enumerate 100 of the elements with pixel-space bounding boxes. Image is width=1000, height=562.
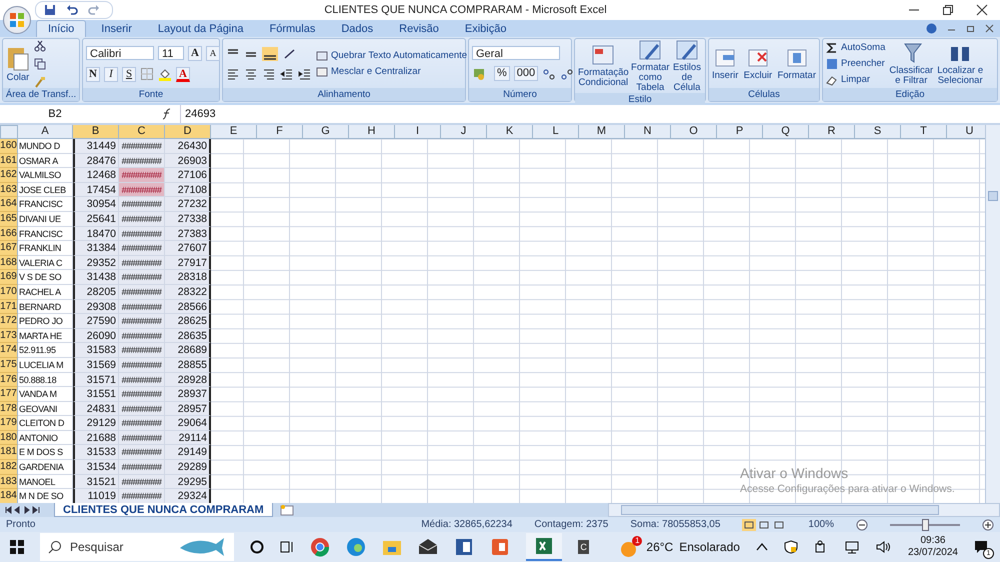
scissors-icon[interactable] xyxy=(34,40,46,52)
row-header[interactable]: 161 xyxy=(0,154,18,168)
decrease-indent-icon[interactable] xyxy=(280,66,294,80)
mail-icon[interactable] xyxy=(418,537,438,557)
row-header[interactable]: 167 xyxy=(0,241,18,256)
row-header[interactable]: 174 xyxy=(0,343,18,358)
editing-button[interactable]: Preencher xyxy=(826,58,885,70)
row-header[interactable]: 172 xyxy=(0,314,18,329)
weather-icon[interactable] xyxy=(621,542,636,556)
merge-center-button[interactable]: Mesclar e Centralizar xyxy=(316,66,421,78)
row-header[interactable]: 165 xyxy=(0,212,18,227)
office-button[interactable] xyxy=(3,6,31,34)
network-icon[interactable] xyxy=(844,540,860,554)
column-header[interactable]: D xyxy=(165,125,211,139)
column-header[interactable]: H xyxy=(349,125,395,139)
row-header[interactable]: 168 xyxy=(0,256,18,270)
cortana-icon[interactable] xyxy=(250,540,264,554)
app-icon[interactable]: C xyxy=(578,540,590,554)
number-style-button[interactable]: % xyxy=(494,66,510,81)
increase-decimal-icon[interactable] xyxy=(542,66,556,80)
underline-button[interactable]: S xyxy=(122,66,136,82)
help-icon[interactable] xyxy=(926,23,937,34)
undo-icon[interactable] xyxy=(66,4,78,16)
decrease-decimal-icon[interactable] xyxy=(560,66,574,80)
row-header[interactable]: 182 xyxy=(0,460,18,475)
column-header[interactable]: C xyxy=(119,125,165,139)
vertical-scrollbar[interactable] xyxy=(985,125,1000,503)
editing-button[interactable]: AutoSoma xyxy=(826,42,886,54)
number-style-button[interactable]: 000 xyxy=(514,66,538,81)
restore-icon[interactable] xyxy=(942,4,954,16)
ribbon-tab[interactable]: Exibição xyxy=(454,20,518,37)
wrap-text-button[interactable]: Quebrar Texto Automaticamente xyxy=(316,50,468,62)
ribbon-tab[interactable]: Fórmulas xyxy=(258,20,326,37)
column-header[interactable]: U xyxy=(947,125,985,139)
row-header[interactable]: 176 xyxy=(0,372,18,388)
row-header[interactable]: 169 xyxy=(0,270,18,285)
column-header[interactable]: K xyxy=(487,125,533,139)
cells-button[interactable]: Formatar xyxy=(777,46,816,80)
row-header[interactable]: 175 xyxy=(0,358,18,372)
style-button[interactable]: Estilos de Célula xyxy=(672,39,702,93)
zoom-in-icon[interactable] xyxy=(982,518,994,530)
ribbon-tab[interactable]: Revisão xyxy=(388,20,450,37)
task-view-icon[interactable] xyxy=(280,540,294,554)
notification-icon[interactable] xyxy=(974,540,988,554)
row-header[interactable]: 184 xyxy=(0,489,18,503)
ribbon-tab[interactable]: Dados xyxy=(330,20,384,37)
font-size-dropdown[interactable]: 11 xyxy=(158,46,184,60)
column-header[interactable]: L xyxy=(533,125,579,139)
align-left-icon[interactable] xyxy=(226,66,240,80)
paste-button[interactable]: Colar xyxy=(6,44,30,82)
zoom-slider-thumb[interactable] xyxy=(922,518,929,530)
copy-icon[interactable] xyxy=(34,58,46,70)
save-icon[interactable] xyxy=(44,4,56,16)
column-header[interactable]: O xyxy=(671,125,717,139)
formula-field[interactable]: 24693 xyxy=(180,105,1000,123)
sheet-tab[interactable]: CLIENTES QUE NUNCA COMPRARAM xyxy=(54,503,273,517)
grow-font-button[interactable]: A xyxy=(188,46,202,60)
row-header[interactable]: 179 xyxy=(0,416,18,431)
column-header[interactable]: F xyxy=(257,125,303,139)
row-header[interactable]: 170 xyxy=(0,284,18,300)
row-header[interactable]: 177 xyxy=(0,387,18,402)
column-header[interactable]: S xyxy=(855,125,901,139)
chrome-icon[interactable] xyxy=(310,537,330,557)
row-header[interactable]: 162 xyxy=(0,168,18,183)
name-box[interactable]: B2 xyxy=(0,108,110,120)
cells-button[interactable]: Inserir xyxy=(712,46,738,80)
column-header[interactable]: I xyxy=(395,125,441,139)
windows-start-icon[interactable] xyxy=(10,540,24,554)
row-header[interactable]: 166 xyxy=(0,226,18,242)
shrink-font-button[interactable]: A xyxy=(206,46,220,60)
column-header[interactable]: N xyxy=(625,125,671,139)
style-button[interactable]: Formatação Condicional xyxy=(578,44,629,88)
view-buttons-icon[interactable] xyxy=(742,518,786,530)
row-header[interactable]: 180 xyxy=(0,430,18,446)
row-header[interactable]: 183 xyxy=(0,474,18,490)
ribbon-tab[interactable]: Início xyxy=(36,20,86,37)
row-header[interactable]: 173 xyxy=(0,328,18,344)
fill-color-icon[interactable] xyxy=(158,67,172,81)
chevron-up-icon[interactable] xyxy=(756,542,768,552)
align-right-icon[interactable] xyxy=(262,66,276,80)
word-icon[interactable] xyxy=(454,537,474,557)
column-header[interactable]: R xyxy=(809,125,855,139)
column-header[interactable]: B xyxy=(73,125,119,139)
align-center-icon[interactable] xyxy=(244,66,258,80)
column-header[interactable]: E xyxy=(211,125,257,139)
row-header[interactable]: 178 xyxy=(0,402,18,416)
close-icon[interactable] xyxy=(976,4,988,16)
editing-big-button[interactable]: Localizar e Selecionar xyxy=(937,42,984,86)
number-format-dropdown[interactable]: Geral xyxy=(472,46,560,60)
column-header[interactable]: J xyxy=(441,125,487,139)
cells-button[interactable]: Excluir xyxy=(744,46,772,80)
font-name-dropdown[interactable]: Calibri xyxy=(86,46,154,60)
row-header[interactable]: 164 xyxy=(0,197,18,212)
column-header[interactable]: Q xyxy=(763,125,809,139)
column-header[interactable]: A xyxy=(18,125,73,139)
excel-icon[interactable] xyxy=(534,536,554,556)
new-sheet-icon[interactable] xyxy=(278,504,295,516)
ribbon-tab[interactable]: Inserir xyxy=(90,20,143,37)
align-bottom-icon[interactable] xyxy=(262,46,278,60)
ribbon-tab[interactable]: Layout da Página xyxy=(146,20,254,37)
